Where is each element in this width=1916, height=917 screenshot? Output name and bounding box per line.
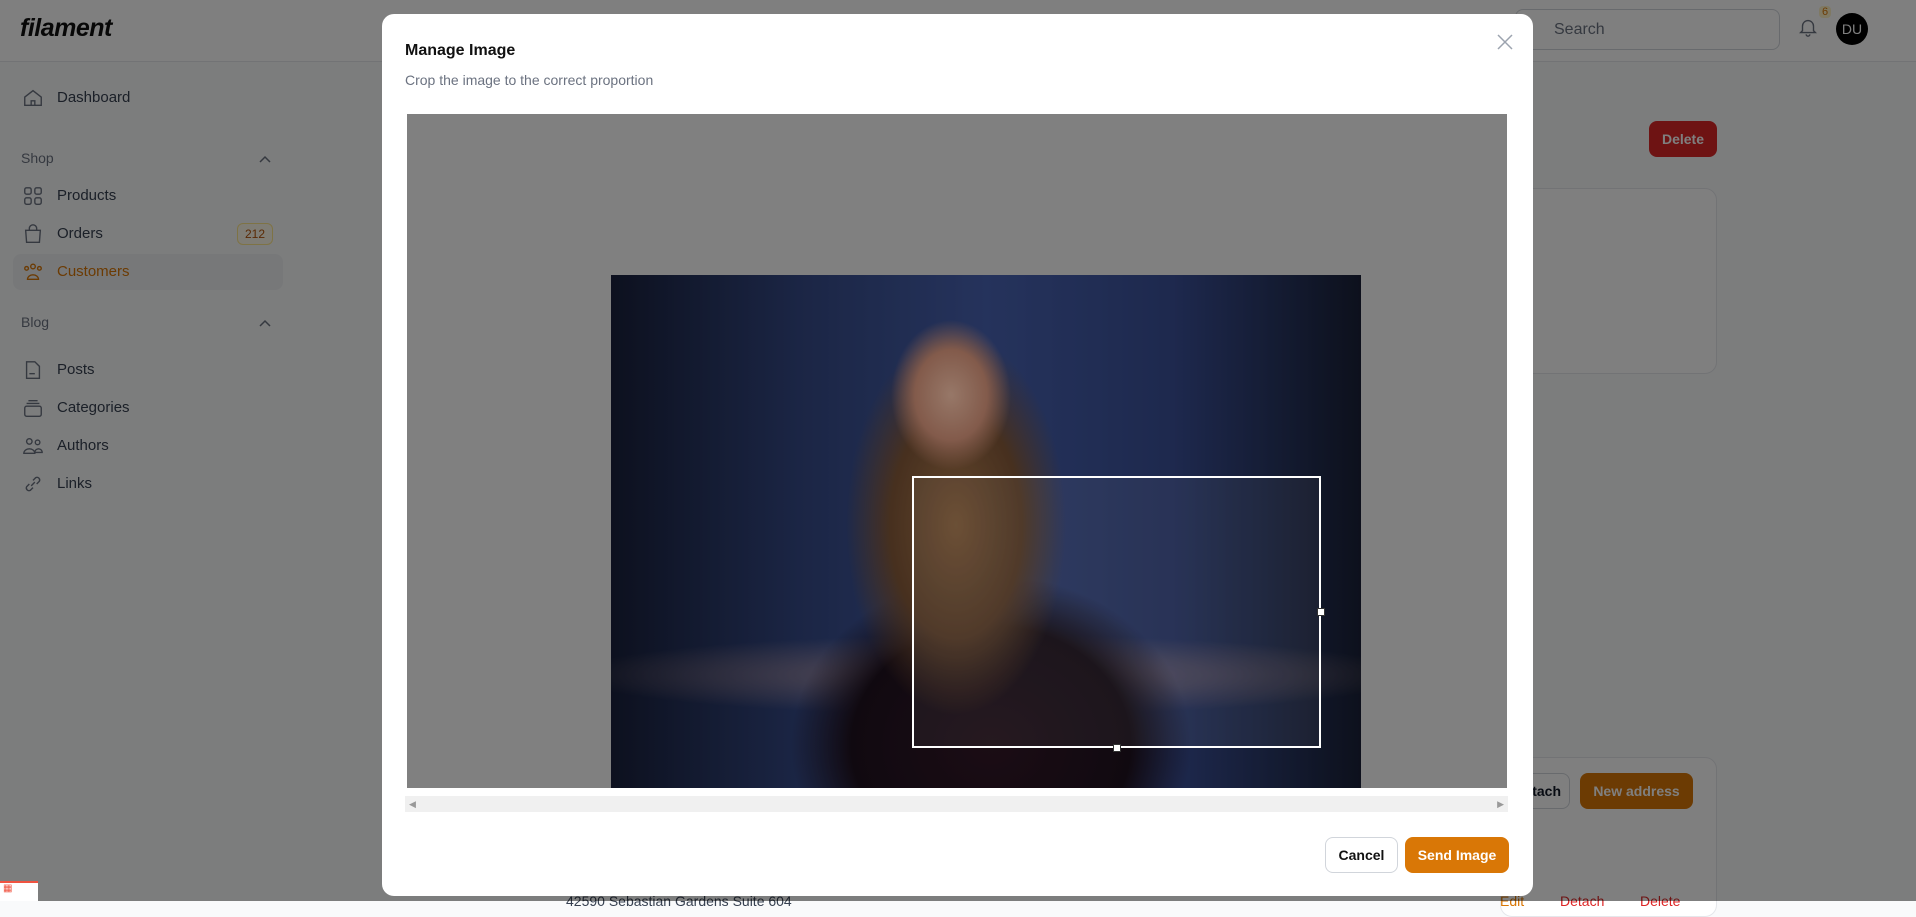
- crop-handle-bottom[interactable]: [1113, 744, 1121, 752]
- scroll-left-icon[interactable]: ◀: [409, 799, 416, 810]
- send-image-button[interactable]: Send Image: [1405, 837, 1509, 873]
- close-icon[interactable]: [1496, 33, 1514, 51]
- crop-box[interactable]: [912, 476, 1321, 748]
- crop-handle-right[interactable]: [1317, 608, 1325, 616]
- modal-subtitle: Crop the image to the correct proportion: [405, 72, 654, 88]
- scroll-right-icon[interactable]: ▶: [1497, 799, 1504, 810]
- cancel-button[interactable]: Cancel: [1325, 837, 1398, 873]
- modal-title: Manage Image: [405, 42, 516, 59]
- debug-bar-icon[interactable]: ▦: [0, 881, 38, 901]
- manage-image-modal: Manage Image Crop the image to the corre…: [382, 14, 1533, 896]
- horizontal-scrollbar[interactable]: ◀ ▶: [405, 796, 1508, 812]
- cropper-image: [611, 275, 1361, 788]
- image-cropper[interactable]: [407, 114, 1507, 788]
